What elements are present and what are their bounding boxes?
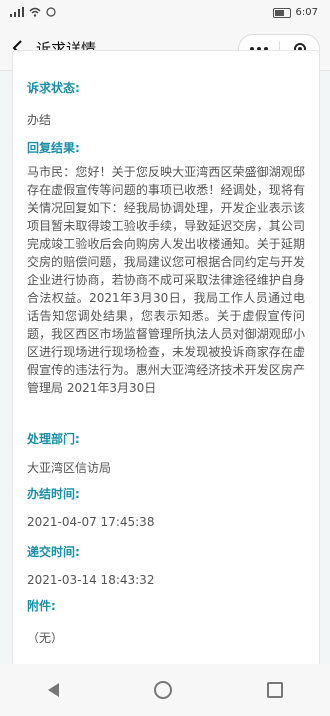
status-value: 办结 — [27, 113, 52, 127]
reply-text: 马市民：您好！关于您反映大亚湾西区荣盛御湖观邸存在虚假宣传等问题的事项已收悉！经… — [27, 165, 305, 395]
status-bar: 6:07 — [0, 0, 330, 26]
done-time-value: 2021-04-07 17:45:38 — [27, 515, 155, 529]
status-time: 6:07 — [295, 7, 318, 18]
back-nav-icon[interactable] — [47, 683, 59, 697]
reply-label: 回复结果: — [27, 141, 80, 155]
submit-time-label: 递交时间: — [27, 545, 80, 559]
dept-label: 处理部门: — [27, 432, 80, 446]
attachment-value: （无） — [27, 631, 64, 645]
signal-icon — [10, 7, 24, 20]
done-time-label: 办结时间: — [27, 487, 80, 501]
system-nav-bar — [0, 664, 330, 716]
detail-card: 诉求状态: 办结 回复结果: 马市民：您好！关于您反映大亚湾西区荣盛御湖观邸存在… — [12, 50, 320, 666]
recents-nav-icon[interactable] — [266, 682, 283, 698]
wifi-icon — [29, 7, 41, 20]
submit-time-value: 2021-03-14 18:43:32 — [27, 573, 155, 587]
status-label: 诉求状态: — [27, 81, 80, 95]
attachment-label: 附件: — [27, 599, 56, 613]
dept-value: 大亚湾区信访局 — [27, 461, 112, 475]
battery-icon — [272, 7, 291, 18]
message-icon — [46, 7, 56, 20]
home-nav-icon[interactable] — [153, 681, 172, 699]
